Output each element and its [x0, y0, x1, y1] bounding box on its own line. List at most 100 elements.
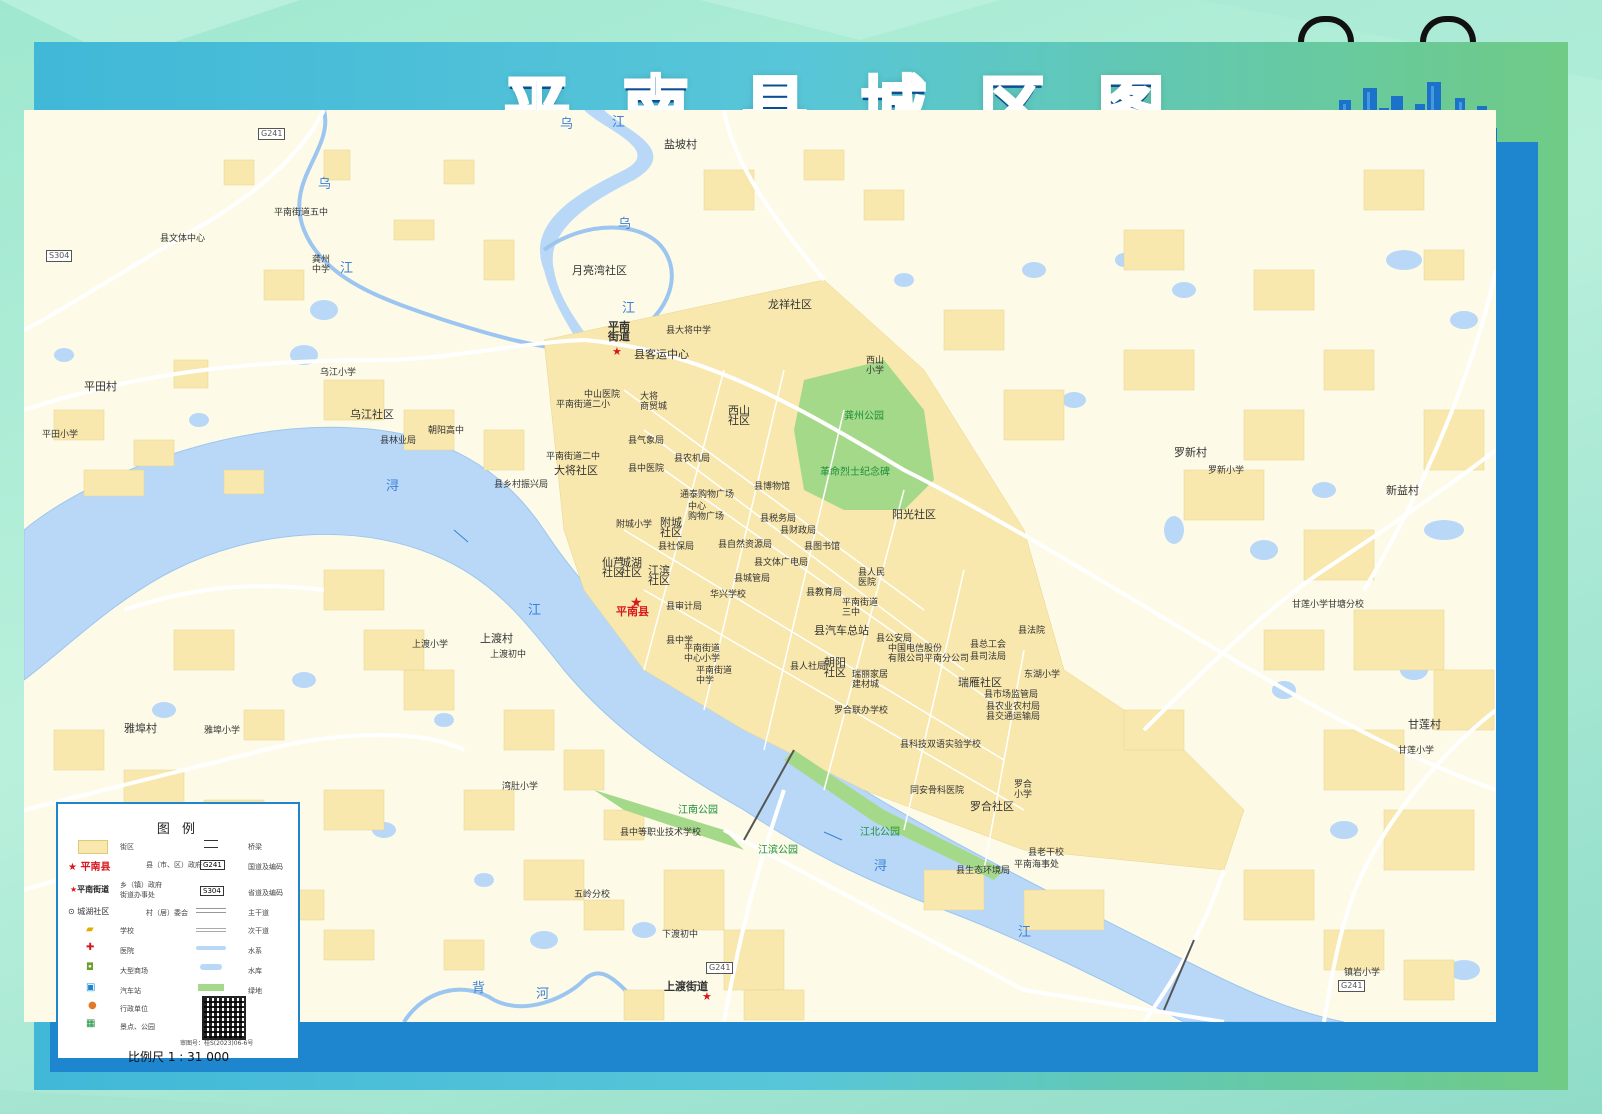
- community-label: 乌江社区: [350, 408, 394, 421]
- hospital-label: 县人民 医院: [858, 568, 886, 588]
- hospital-label: 县中医院: [628, 464, 665, 474]
- river-label: 河: [536, 987, 550, 1002]
- road-code-swatch: G241: [200, 860, 225, 870]
- river-label: 乌: [318, 177, 332, 192]
- river-label: 江: [622, 301, 636, 316]
- poi-label: 县林业局: [380, 436, 417, 446]
- school-label: 平南街道 中心小学: [684, 644, 721, 664]
- legend-item-label: 次干道: [248, 927, 269, 935]
- park-label: 江北公园: [860, 827, 900, 838]
- community-label: 月亮湾社区: [572, 264, 627, 277]
- poi-label: 县市场监管局: [984, 690, 1039, 700]
- block-swatch: [78, 840, 108, 854]
- school-label: 西山 小学: [866, 356, 885, 376]
- legend-item-label: 县（市、区）政府: [146, 861, 202, 869]
- qr-code-icon: [202, 996, 246, 1040]
- community-label: 西山 社区: [728, 404, 750, 427]
- legend-item-label: 汽车站: [120, 987, 141, 995]
- river-label: 乌: [560, 117, 574, 132]
- park-label: 江南公园: [678, 805, 718, 816]
- school-label: 龚州 中学: [312, 255, 331, 275]
- community-label: 龙祥社区: [768, 298, 812, 311]
- school-label: 县老干校: [1028, 848, 1065, 858]
- legend-item-label: 行政单位: [120, 1005, 148, 1013]
- school-label: 下渡初中: [662, 930, 699, 940]
- hospital-label: 中山医院: [584, 390, 621, 400]
- school-label: 乌江小学: [320, 368, 357, 378]
- star-icon: ★平南街道: [70, 885, 110, 894]
- school-label: 五岭分校: [574, 890, 611, 900]
- legend-title: 图 例: [156, 822, 200, 837]
- bridge-swatch: [204, 840, 218, 848]
- legend-item-label: 水库: [248, 967, 262, 975]
- school-label: 县大将中学: [666, 326, 712, 336]
- legend-item-label: 街区: [120, 843, 134, 851]
- school-label: 朝阳高中: [428, 426, 465, 436]
- legend-item-label: 村（居）委会: [146, 909, 188, 917]
- poi-label: 县图书馆: [804, 542, 841, 552]
- community-label: 大将社区: [554, 464, 598, 477]
- river-label: 浔: [874, 859, 888, 874]
- community-label: 附城 社区: [660, 516, 682, 539]
- poi-label: 县教育局: [806, 588, 843, 598]
- school-icon: ▰: [86, 924, 94, 935]
- subdistrict-label: 平南 街道: [608, 320, 630, 343]
- legend-item-label: 国道及编码: [248, 863, 283, 871]
- road-code-label: G241: [258, 128, 286, 140]
- park-icon: ▦: [86, 1018, 96, 1029]
- community-label: 瑞雁社区: [958, 676, 1002, 689]
- legend-item-label: 学校: [120, 927, 134, 935]
- legend-item-label: 主干道: [248, 909, 269, 917]
- station-label: 县客运中心: [634, 348, 689, 361]
- poi-label: 县文体广电局: [754, 558, 809, 568]
- community-label: 江滨 社区: [648, 564, 670, 587]
- poi-label: 县人社局: [790, 662, 827, 672]
- poi-label: 县社保局: [658, 542, 695, 552]
- school-label: 雅埠小学: [204, 726, 241, 736]
- poi-label: 平南海事处: [1014, 860, 1060, 870]
- legend-item-label: 乡（镇）政府 街道办事处: [120, 881, 162, 899]
- bus-icon: ▣: [86, 982, 96, 993]
- scale-label: 比例尺 1 : 31 000: [128, 1050, 230, 1064]
- school-label: 湾肚小学: [502, 782, 539, 792]
- mall-label: 瑞丽家居 建材城: [852, 670, 889, 690]
- subdistrict-label: 上渡街道: [664, 980, 708, 993]
- park-label: 龚州公园: [844, 411, 884, 422]
- poi-label: 县农业农村局: [986, 702, 1041, 712]
- legend-item-label: 水系: [248, 947, 262, 955]
- school-label: 甘莲小学: [1398, 746, 1435, 756]
- poi-label: 县农机局: [674, 454, 711, 464]
- village-label: 上渡村: [480, 632, 513, 645]
- school-label: 平南街道二小: [556, 400, 611, 410]
- river-label: 江: [612, 115, 626, 130]
- river-label: 背: [472, 981, 486, 996]
- legend-item-label: 医院: [120, 947, 134, 955]
- park-label: 江滨公园: [758, 845, 798, 856]
- mall-label: 大将 商贸城: [640, 392, 668, 412]
- river-label: 江: [340, 261, 354, 276]
- school-label: 上渡初中: [490, 650, 527, 660]
- community-label: 城湖 社区: [620, 556, 642, 579]
- mall-label: 中心 购物广场: [688, 502, 725, 522]
- poi-label: 县司法局: [970, 652, 1007, 662]
- map-legend: 图 例 街区 ★ 平南县 县（市、区）政府 ★平南街道 乡（镇）政府 街道办事处…: [56, 802, 300, 1064]
- community-label: 罗合社区: [970, 800, 1014, 813]
- village-label: 甘莲村: [1408, 718, 1441, 731]
- school-label: 罗合 小学: [1014, 780, 1033, 800]
- school-label: 罗新小学: [1208, 466, 1245, 476]
- poi-label: 县法院: [1018, 626, 1046, 636]
- circle-icon: ⊙ 城湖社区: [68, 907, 110, 916]
- school-label: 平南街道二中: [546, 452, 601, 462]
- approval-number: 审图号：桂S(2023)06-6号: [180, 1040, 254, 1047]
- school-label: 附城小学: [616, 520, 653, 530]
- village-label: 雅埠村: [124, 722, 157, 735]
- poi-label: 县税务局: [760, 514, 797, 524]
- river-label: 乌: [618, 217, 632, 232]
- poi-label: 县气象局: [628, 436, 665, 446]
- star-icon: ★ 平南县: [68, 862, 111, 873]
- poi-label: 县博物馆: [754, 482, 791, 492]
- road-code-label: G241: [706, 962, 734, 974]
- poi-label: 县总工会: [970, 640, 1007, 650]
- village-label: 平田村: [84, 380, 117, 393]
- school-label: 甘莲小学甘塘分校: [1292, 600, 1365, 610]
